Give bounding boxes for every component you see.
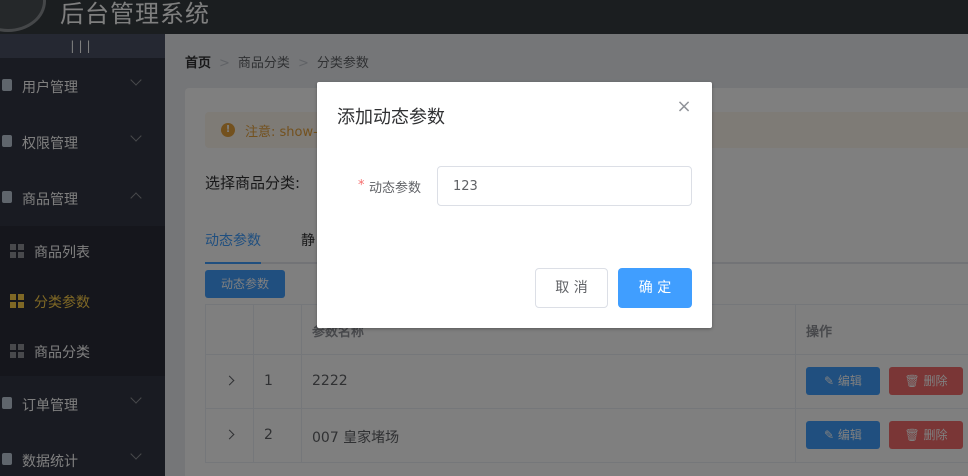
param-field-label: 动态参数	[369, 181, 422, 196]
add-param-dialog: 添加动态参数 × * 动态参数 取 消 确 定	[317, 82, 712, 328]
required-mark: *	[358, 178, 365, 193]
cancel-button[interactable]: 取 消	[535, 268, 608, 308]
param-name-input[interactable]	[437, 166, 692, 206]
confirm-button[interactable]: 确 定	[618, 268, 692, 308]
dialog-title: 添加动态参数	[337, 107, 445, 128]
close-icon[interactable]: ×	[675, 98, 693, 116]
